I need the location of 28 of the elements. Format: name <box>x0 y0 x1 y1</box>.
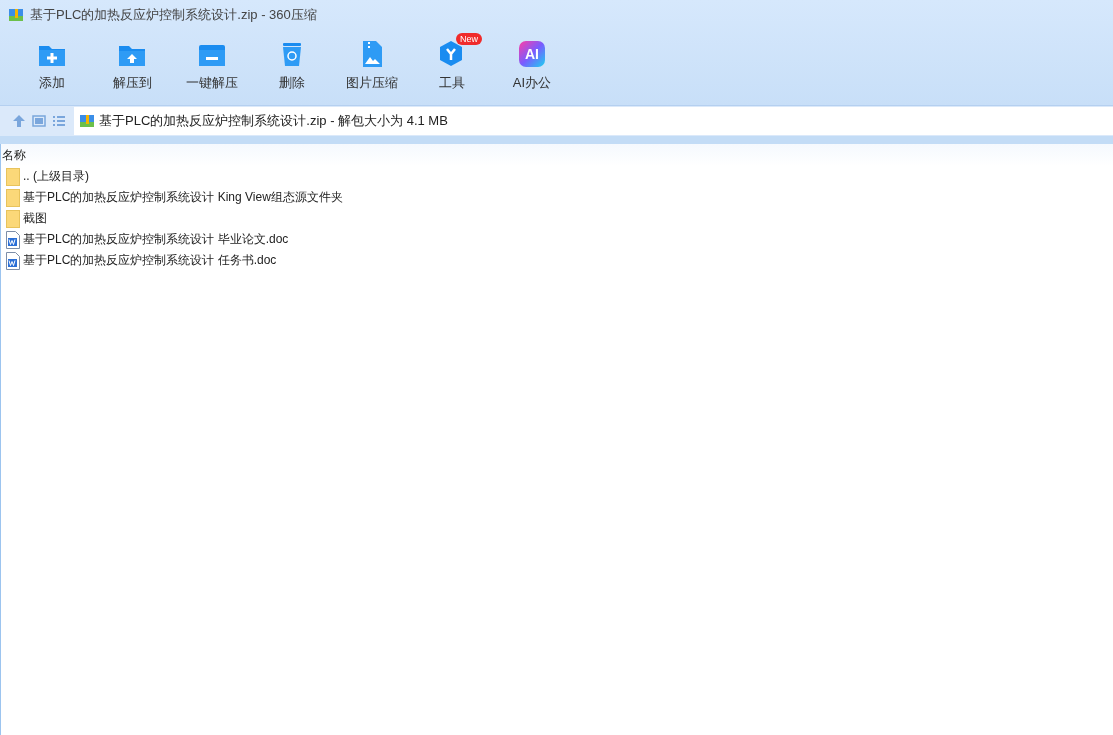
toolbar-button[interactable]: 解压到 <box>92 30 172 105</box>
list-view-icon[interactable] <box>52 114 66 128</box>
archive-icon <box>79 113 95 129</box>
word-document-icon <box>6 230 20 249</box>
toolbar-button[interactable]: 一键解压 <box>172 30 252 105</box>
toolbar-button[interactable]: AI AI办公 <box>492 30 572 105</box>
new-badge: New <box>456 33 482 45</box>
archive-icon <box>8 7 24 23</box>
up-arrow-icon[interactable] <box>12 114 26 128</box>
column-header[interactable]: 名称 <box>2 146 26 164</box>
folder-icon <box>6 188 20 207</box>
file-name[interactable]: 基于PLC的加热反应炉控制系统设计 任务书.doc <box>23 252 277 269</box>
file-name[interactable]: 截图 <box>23 210 47 227</box>
window-title: 基于PLC的加热反应炉控制系统设计.zip - 360压缩 <box>30 6 317 24</box>
word-document-icon <box>6 251 20 270</box>
file-name[interactable]: 基于PLC的加热反应炉控制系统设计 毕业论文.doc <box>23 231 289 248</box>
path-text: 基于PLC的加热反应炉控制系统设计.zip - 解包大小为 4.1 MB <box>99 112 448 130</box>
thumbnail-view-icon[interactable] <box>32 114 46 128</box>
toolbar-button[interactable]: 图片压缩 <box>332 30 412 105</box>
folder-icon <box>6 209 20 228</box>
file-name[interactable]: .. (上级目录) <box>23 168 89 185</box>
folder-icon <box>6 167 20 186</box>
ai-logo-icon: AI <box>519 41 545 67</box>
toolbar-button[interactable]: New 工具 <box>412 30 492 105</box>
path-field[interactable]: 基于PLC的加热反应炉控制系统设计.zip - 解包大小为 4.1 MB <box>74 107 1113 135</box>
toolbar-button[interactable]: 添加 <box>12 30 92 105</box>
toolbar-button[interactable]: 删除 <box>252 30 332 105</box>
file-name[interactable]: 基于PLC的加热反应炉控制系统设计 King View组态源文件夹 <box>23 189 343 206</box>
